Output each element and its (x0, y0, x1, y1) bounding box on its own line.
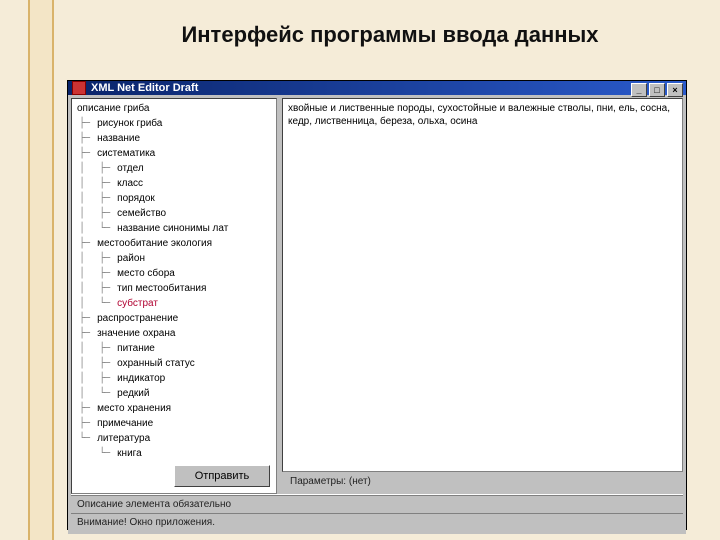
tree-item[interactable]: ├─ название (74, 131, 276, 146)
tree-item[interactable]: ├─ систематика (74, 146, 276, 161)
params-label: Параметры: (нет) (282, 472, 683, 494)
tree-line-icon: ├─ (74, 417, 94, 431)
tree-item[interactable]: │ ├─ охранный статус (74, 356, 276, 371)
tree-line-icon: └─ (74, 447, 114, 461)
tree-line-icon: │ ├─ (74, 282, 114, 296)
tree-item-label: отдел (114, 162, 144, 176)
tree-item-label: литература (94, 432, 150, 446)
tree-line-icon: │ └─ (74, 387, 114, 401)
tree-line-icon: ├─ (74, 402, 94, 416)
tree-item-label: место сбора (114, 267, 175, 281)
slide-title: Интерфейс программы ввода данных (90, 22, 690, 48)
content-text[interactable]: хвойные и лиственные породы, сухостойные… (282, 98, 683, 472)
tree-panel: описание гриба ├─ рисунок гриба ├─ назва… (71, 98, 277, 494)
maximize-button[interactable]: □ (649, 83, 665, 97)
tree-item[interactable]: │ ├─ питание (74, 341, 276, 356)
tree-line-icon: │ ├─ (74, 342, 114, 356)
tree-item[interactable]: ├─ примечание (74, 416, 276, 431)
tree-line-icon: │ ├─ (74, 162, 114, 176)
tree-item-label: семейство (114, 207, 166, 221)
tree-line-icon: ├─ (74, 312, 94, 326)
tree-item-label: рисунок гриба (94, 117, 162, 131)
tree-item-label: название синонимы лат (114, 222, 228, 236)
tree-item[interactable]: │ ├─ тип местообитания (74, 281, 276, 296)
tree-item[interactable]: ├─ распространение (74, 311, 276, 326)
tree-item[interactable]: │ ├─ семейство (74, 206, 276, 221)
tree-line-icon: ├─ (74, 327, 94, 341)
tree-item-label: класс (114, 177, 143, 191)
tree-item-label: редкий (114, 387, 149, 401)
tree-item-label: охранный статус (114, 357, 195, 371)
tree-item[interactable]: │ ├─ индикатор (74, 371, 276, 386)
tree-item-label: район (114, 252, 145, 266)
tree-item[interactable]: ├─ местообитание экология (74, 236, 276, 251)
tree-item[interactable]: ├─ место хранения (74, 401, 276, 416)
app-icon (72, 81, 86, 95)
tree-item-label: значение охрана (94, 327, 175, 341)
tree-item[interactable]: ├─ рисунок гриба (74, 116, 276, 131)
window-titlebar[interactable]: XML Net Editor Draft _ □ × (68, 81, 686, 95)
tree-line-icon: │ ├─ (74, 207, 114, 221)
tree-item-label: название (94, 132, 140, 146)
tree-item-label: тип местообитания (114, 282, 206, 296)
client-area: описание гриба ├─ рисунок гриба ├─ назва… (68, 95, 686, 534)
app-window: XML Net Editor Draft _ □ × описание гриб… (67, 80, 687, 530)
tree-item-label: порядок (114, 192, 155, 206)
tree-item-label: распространение (94, 312, 178, 326)
tree-line-icon: │ └─ (74, 222, 114, 236)
tree-root[interactable]: описание гриба (74, 101, 276, 116)
tree-item[interactable]: ├─ значение охрана (74, 326, 276, 341)
main-split: описание гриба ├─ рисунок гриба ├─ назва… (71, 98, 683, 494)
tree-line-icon: │ ├─ (74, 267, 114, 281)
tree-line-icon: ├─ (74, 147, 94, 161)
tree-item-label: книга (114, 447, 141, 461)
tree-item[interactable]: └─ литература (74, 431, 276, 446)
tree-item-label: систематика (94, 147, 155, 161)
tree-item-label: место хранения (94, 402, 171, 416)
submit-button[interactable]: Отправить (174, 465, 270, 487)
tree-item[interactable]: │ ├─ класс (74, 176, 276, 191)
tree-line-icon: ├─ (74, 132, 94, 146)
tree[interactable]: описание гриба ├─ рисунок гриба ├─ назва… (74, 101, 276, 461)
right-panel: хвойные и лиственные породы, сухостойные… (282, 98, 683, 494)
tree-line-icon: │ ├─ (74, 372, 114, 386)
tree-item[interactable]: │ ├─ порядок (74, 191, 276, 206)
tree-item-label: субстрат (114, 297, 158, 311)
tree-item[interactable]: └─ книга (74, 446, 276, 461)
tree-item-label: примечание (94, 417, 153, 431)
minimize-button[interactable]: _ (631, 83, 647, 97)
status-line-1: Описание элемента обязательно (71, 495, 683, 513)
tree-line-icon: │ ├─ (74, 252, 114, 266)
tree-line-icon: │ ├─ (74, 192, 114, 206)
tree-item-label: индикатор (114, 372, 165, 386)
tree-line-icon: └─ (74, 432, 94, 446)
tree-item[interactable]: │ ├─ отдел (74, 161, 276, 176)
status-line-2: Внимание! Окно приложения. (71, 513, 683, 531)
tree-line-icon: ├─ (74, 237, 94, 251)
tree-line-icon: │ ├─ (74, 357, 114, 371)
tree-item[interactable]: │ ├─ место сбора (74, 266, 276, 281)
slide-decor-stripe (28, 0, 54, 540)
tree-item-label: местообитание экология (94, 237, 212, 251)
tree-line-icon: │ ├─ (74, 177, 114, 191)
tree-item[interactable]: │ ├─ район (74, 251, 276, 266)
tree-line-icon: ├─ (74, 117, 94, 131)
tree-item-label: питание (114, 342, 155, 356)
tree-item[interactable]: │ └─ редкий (74, 386, 276, 401)
tree-line-icon: │ └─ (74, 297, 114, 311)
tree-item[interactable]: │ └─ название синонимы лат (74, 221, 276, 236)
tree-item-selected[interactable]: │ └─ субстрат (74, 296, 276, 311)
window-title: XML Net Editor Draft (91, 82, 198, 94)
close-button[interactable]: × (667, 83, 683, 97)
statusbar: Описание элемента обязательно Внимание! … (71, 494, 683, 531)
